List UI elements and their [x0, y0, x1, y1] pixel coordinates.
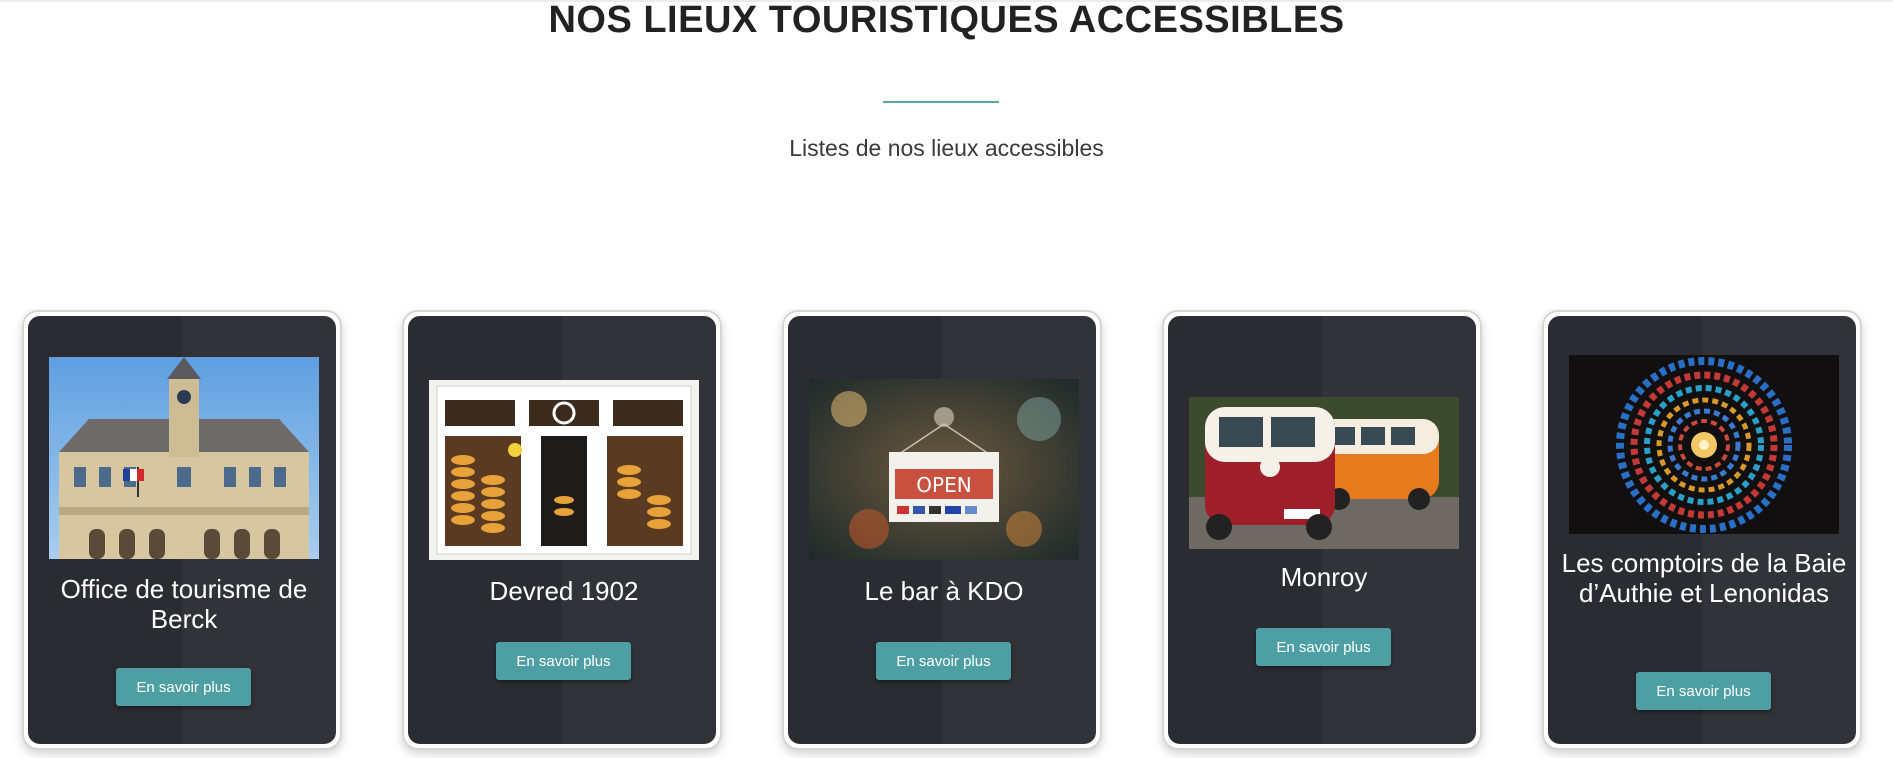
svg-text:OPEN: OPEN: [916, 473, 971, 497]
learn-more-button[interactable]: En savoir plus: [1256, 628, 1391, 666]
card-body: Devred 1902 En savoir plus: [408, 316, 716, 744]
learn-more-button[interactable]: En savoir plus: [116, 668, 251, 706]
place-card-4: Monroy En savoir plus: [1162, 310, 1482, 750]
page-subtitle: Listes de nos lieux accessibles: [789, 135, 1104, 161]
place-card-1: Office de tourisme de Berck En savoir pl…: [22, 310, 342, 750]
card-title: Le bar à KDO: [864, 576, 1024, 606]
card-title: Les comptoirs de la Baie d’Authie et Len…: [1561, 548, 1847, 608]
card-body: Les comptoirs de la Baie d’Authie et Len…: [1548, 316, 1856, 744]
card-body: Office de tourisme de Berck En savoir pl…: [28, 316, 336, 744]
card-title: Devred 1902: [489, 576, 639, 606]
learn-more-button[interactable]: En savoir plus: [876, 642, 1011, 680]
cheese-shop-image: [429, 380, 699, 560]
card-body: OPEN Le bar à KDO En savoir plus: [788, 316, 1096, 744]
place-card-5: Les comptoirs de la Baie d’Authie et Len…: [1542, 310, 1862, 750]
card-title: Monroy: [1280, 562, 1368, 592]
learn-more-button[interactable]: En savoir plus: [496, 642, 631, 680]
card-title: Office de tourisme de Berck: [60, 574, 308, 634]
learn-more-button[interactable]: En savoir plus: [1636, 672, 1771, 710]
card-body: Monroy En savoir plus: [1168, 316, 1476, 744]
town-hall-image: [49, 357, 319, 559]
page-title: NOS LIEUX TOURISTIQUES ACCESSIBLES: [548, 0, 1345, 41]
stained-glass-image: [1569, 355, 1839, 534]
vw-vans-image: [1189, 397, 1459, 549]
place-card-3: OPEN Le bar à KDO En savoir plus: [782, 310, 1102, 750]
title-divider: [883, 101, 999, 103]
place-card-2: Devred 1902 En savoir plus: [402, 310, 722, 750]
open-sign-image: OPEN: [809, 379, 1079, 560]
